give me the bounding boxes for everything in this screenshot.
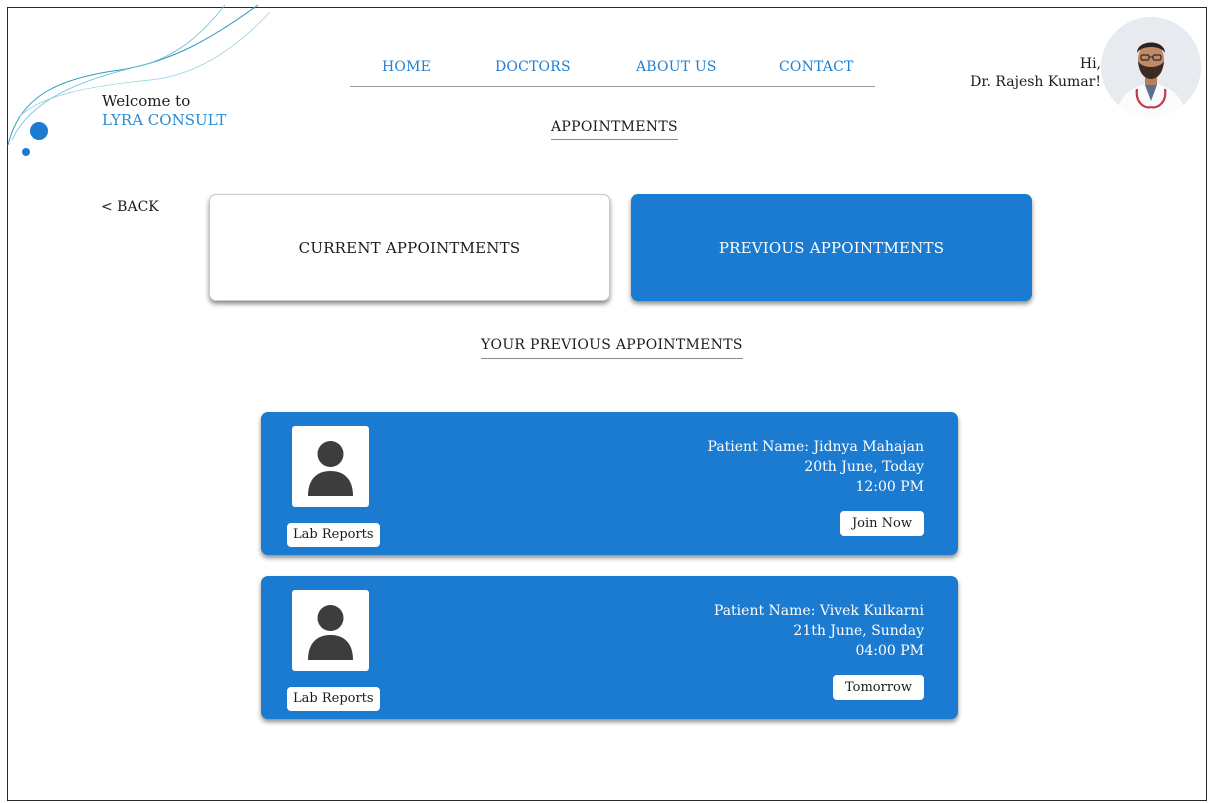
- decor-dot-small: [22, 148, 30, 156]
- decorative-curves: [7, 4, 271, 156]
- patient-photo: [292, 590, 369, 671]
- nav-about-link[interactable]: ABOUT US: [636, 59, 717, 75]
- appointment-date: 20th June, Today: [804, 459, 924, 475]
- brand-block: Welcome to LYRA CONSULT: [102, 92, 226, 130]
- nav-home-link[interactable]: HOME: [382, 59, 431, 75]
- back-button[interactable]: < BACK: [101, 199, 159, 215]
- patient-name: Patient Name: Vivek Kulkarni: [713, 603, 924, 619]
- tab-current-appointments[interactable]: CURRENT APPOINTMENTS: [209, 194, 610, 301]
- appointment-time: 12:00 PM: [855, 479, 924, 495]
- user-silhouette-icon: [308, 605, 353, 660]
- lab-reports-button[interactable]: Lab Reports: [287, 523, 380, 547]
- patient-name: Patient Name: Jidnya Mahajan: [707, 439, 924, 455]
- nav-contact-link[interactable]: CONTACT: [779, 59, 854, 75]
- appointment-card: Lab Reports Patient Name: Vivek Kulkarni…: [261, 576, 958, 719]
- page-title: APPOINTMENTS: [551, 119, 678, 140]
- appointment-info: Patient Name: Vivek Kulkarni 21th June, …: [714, 601, 924, 661]
- nav-doctors-link[interactable]: DOCTORS: [495, 59, 571, 75]
- welcome-text: Welcome to: [102, 92, 191, 110]
- lab-reports-button[interactable]: Lab Reports: [287, 687, 380, 711]
- join-now-button[interactable]: Join Now: [839, 511, 924, 536]
- user-greeting: Hi, Dr. Rajesh Kumar!: [970, 55, 1101, 91]
- section-title: YOUR PREVIOUS APPOINTMENTS: [481, 337, 743, 359]
- appointment-card: Lab Reports Patient Name: Jidnya Mahajan…: [261, 412, 958, 555]
- brand-name: LYRA CONSULT: [102, 111, 227, 129]
- decor-dot-large: [30, 122, 48, 140]
- greeting-hi: Hi,: [1079, 56, 1101, 72]
- appointment-date: 21th June, Sunday: [793, 623, 924, 639]
- appointment-time: 04:00 PM: [855, 643, 924, 659]
- greeting-user-name: Dr. Rajesh Kumar!: [970, 74, 1101, 90]
- appointment-info: Patient Name: Jidnya Mahajan 20th June, …: [708, 437, 924, 497]
- patient-photo: [292, 426, 369, 507]
- tab-previous-appointments[interactable]: PREVIOUS APPOINTMENTS: [631, 194, 1032, 301]
- doctor-avatar[interactable]: [1101, 17, 1201, 117]
- user-silhouette-icon: [308, 441, 353, 496]
- tomorrow-button[interactable]: Tomorrow: [832, 675, 924, 700]
- top-nav: HOME DOCTORS ABOUT US CONTACT: [350, 58, 875, 87]
